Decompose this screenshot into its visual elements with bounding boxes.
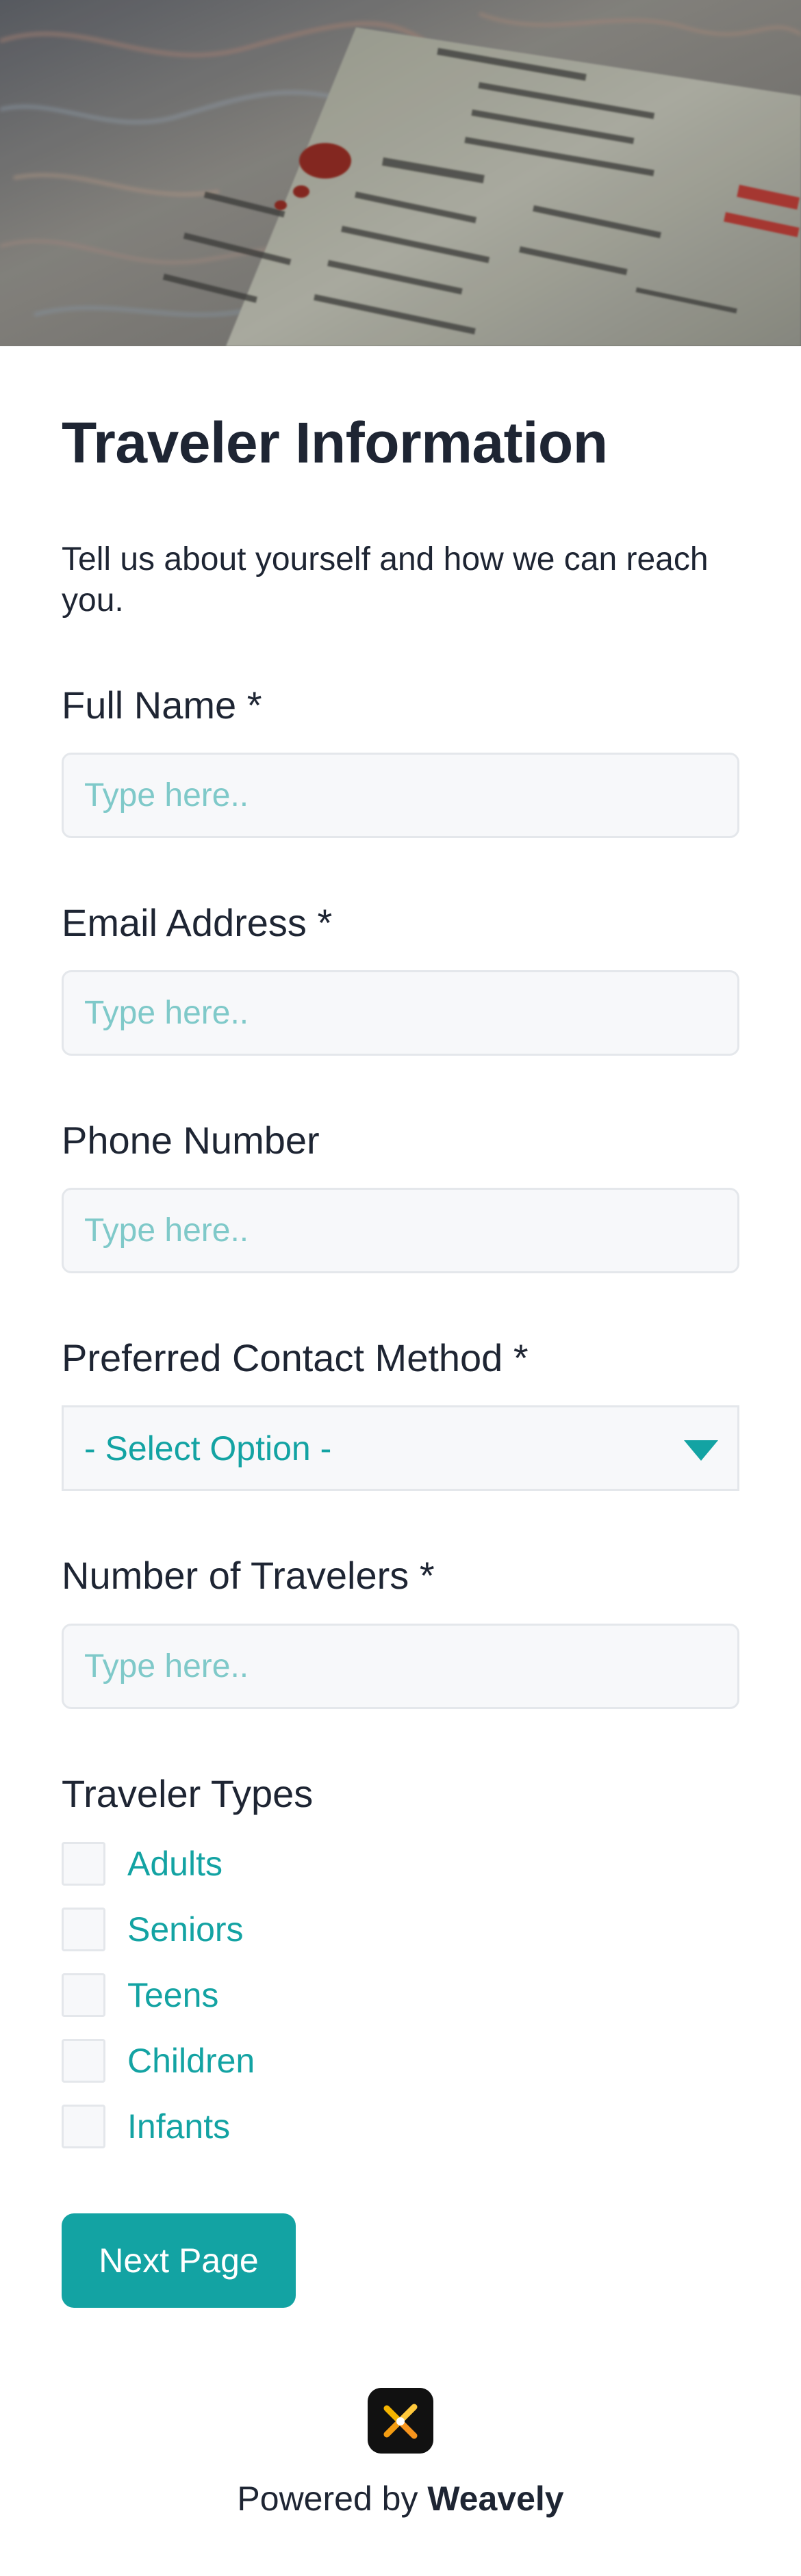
checkbox-label: Teens (127, 1976, 219, 2014)
contact-method-value: - Select Option - (84, 1429, 332, 1468)
checkbox-label: Adults (127, 1845, 222, 1883)
checkbox-option-adults[interactable]: Adults (62, 1840, 222, 1888)
powered-by-prefix: Powered by (237, 2480, 418, 2518)
email-input[interactable] (62, 970, 739, 1056)
dropdown-arrow-icon (684, 1440, 718, 1461)
page-subtitle: Tell us about yourself and how we can re… (62, 541, 709, 619)
checkbox-label: Children (127, 2042, 255, 2080)
checkbox[interactable] (62, 2105, 105, 2148)
weavely-logo-icon (368, 2388, 433, 2454)
header-image (0, 0, 801, 346)
phone-label: Phone Number (62, 1119, 320, 1162)
checkbox-label: Seniors (127, 1910, 244, 1949)
checkbox-label: Infants (127, 2107, 231, 2146)
full-name-input[interactable] (62, 753, 739, 838)
checkbox[interactable] (62, 2039, 105, 2083)
checkbox[interactable] (62, 1842, 105, 1886)
phone-input[interactable] (62, 1188, 739, 1273)
contact-method-label: Preferred Contact Method * (62, 1336, 529, 1379)
checkbox-option-infants[interactable]: Infants (62, 2103, 230, 2150)
num-travelers-label: Number of Travelers * (62, 1554, 435, 1597)
contact-method-select[interactable]: - Select Option - (62, 1405, 739, 1491)
email-label: Email Address * (62, 901, 333, 944)
checkbox-option-children[interactable]: Children (62, 2037, 255, 2085)
footer: Powered by Weavely (0, 2388, 801, 2519)
checkbox-option-teens[interactable]: Teens (62, 1971, 218, 2019)
brand-name[interactable]: Weavely (427, 2480, 563, 2518)
next-page-button[interactable]: Next Page (62, 2213, 296, 2308)
traveler-types-label: Traveler Types (62, 1772, 314, 1815)
checkbox[interactable] (62, 1908, 105, 1951)
checkbox[interactable] (62, 1973, 105, 2017)
map-photo (0, 0, 801, 346)
num-travelers-input[interactable] (62, 1624, 739, 1709)
weavely-logo-icon[interactable] (368, 2388, 433, 2454)
full-name-label: Full Name * (62, 684, 262, 727)
powered-by-text: Powered by Weavely (0, 2479, 801, 2519)
checkbox-option-seniors[interactable]: Seniors (62, 1905, 244, 1953)
page-title: Traveler Information (62, 411, 608, 475)
